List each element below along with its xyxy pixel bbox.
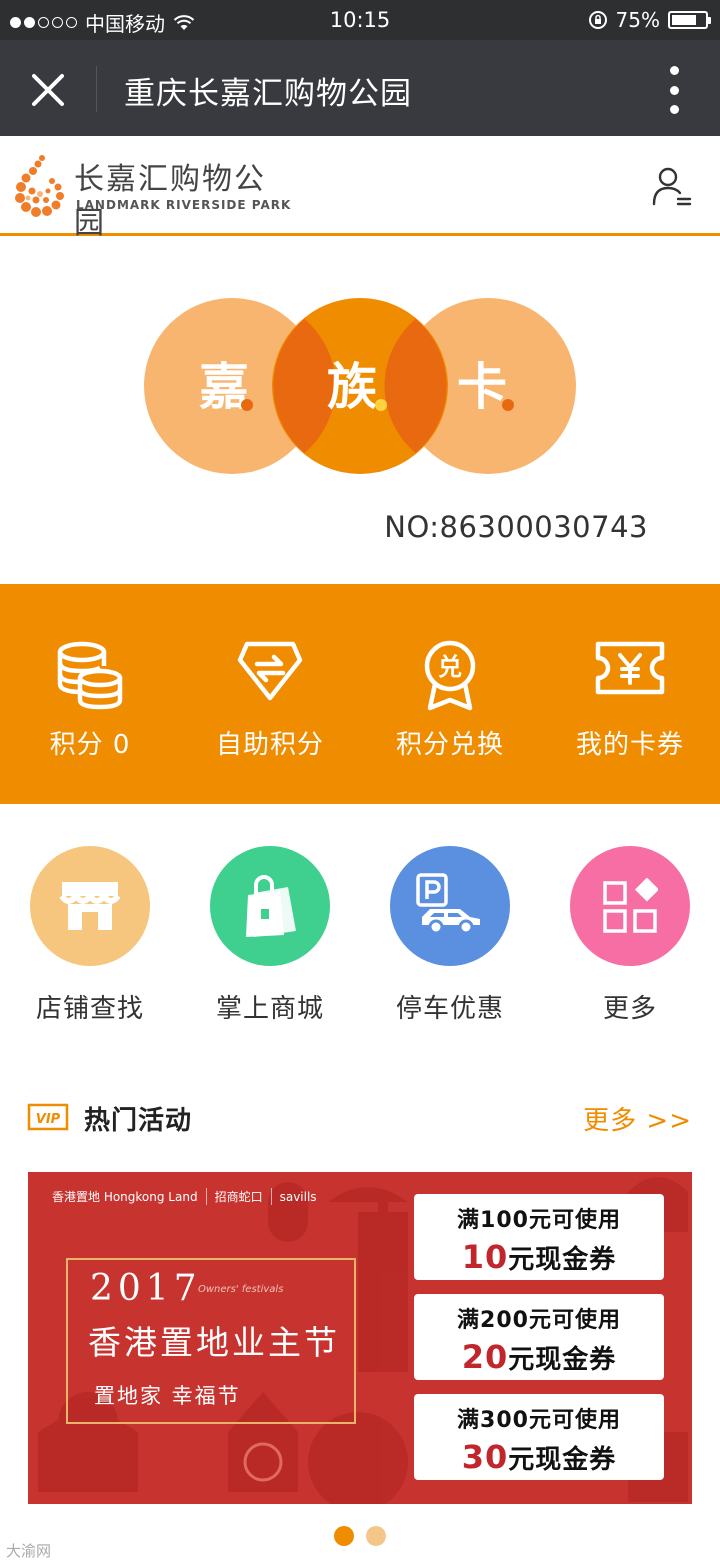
- banner-festival-title: 香港置地业主节: [88, 1323, 340, 1362]
- site-header: 长嘉汇购物公园 LANDMARK RIVERSIDE PARK: [0, 136, 720, 241]
- coupon-card: 满200元可使用 20元现金券: [414, 1294, 664, 1380]
- battery-icon: [668, 11, 711, 29]
- menu-my-coupons-label: 我的卡券: [575, 730, 684, 760]
- coupon-amount: 30: [461, 1438, 509, 1476]
- rotation-lock-icon: [588, 11, 607, 29]
- banner-slogan: 置地家 幸福节: [94, 1384, 241, 1408]
- logo-dots-icon: [15, 155, 64, 217]
- coupon-ticket-icon: [595, 641, 665, 695]
- page-title: 重庆长嘉汇购物公园: [124, 76, 412, 112]
- menu-my-coupons[interactable]: 我的卡券: [540, 584, 720, 804]
- coupon-condition: 满100元可使用: [457, 1208, 621, 1233]
- card-char-3: 卡: [457, 358, 507, 416]
- battery-percent: 75%: [615, 8, 660, 32]
- status-right: 75%: [588, 8, 711, 32]
- coupon-card: 满300元可使用 30元现金券: [414, 1394, 664, 1480]
- shopping-bag-icon: [210, 846, 330, 966]
- more-menu-icon[interactable]: [666, 66, 682, 114]
- coupon-amount: 10: [461, 1238, 509, 1276]
- hot-activity-more-link[interactable]: 更多 >>: [583, 1100, 692, 1137]
- member-menu: 积分 0 自助积分 兑 积分兑换 我的卡券: [0, 584, 720, 804]
- parking-car-icon: [390, 846, 510, 966]
- coupon-amount: 20: [461, 1338, 509, 1376]
- carousel-dot[interactable]: [334, 1526, 354, 1546]
- logo-english-name: LANDMARK RIVERSIDE PARK: [76, 198, 292, 212]
- hot-activity-title: 热门活动: [84, 1106, 193, 1136]
- svg-text:兑: 兑: [438, 653, 462, 681]
- nav-store-finder-label: 店铺查找: [35, 994, 144, 1024]
- svg-text:VIP: VIP: [36, 1112, 61, 1127]
- banner-brands: 香港置地 Hongkong Land 招商蛇口 savills: [52, 1188, 317, 1205]
- brand-hongkong-land: 香港置地 Hongkong Land: [52, 1188, 207, 1205]
- nav-more-label: 更多: [602, 994, 657, 1024]
- status-bar: 中国移动 10:15 75%: [0, 0, 720, 40]
- nav-mobile-mall-label: 掌上商城: [215, 994, 324, 1024]
- card-logo: 嘉 族 卡: [144, 298, 576, 474]
- menu-self-points[interactable]: 自助积分: [180, 584, 360, 804]
- nav-mobile-mall[interactable]: 掌上商城: [180, 804, 360, 1054]
- coupon-type: 元现金券: [508, 1245, 617, 1275]
- coupon-condition: 满300元可使用: [457, 1408, 621, 1433]
- nav-more[interactable]: 更多: [540, 804, 720, 1054]
- membership-card: 嘉 族 卡 NO:86300030743: [0, 236, 720, 582]
- menu-points[interactable]: 积分 0: [0, 584, 180, 804]
- grid-more-icon: [570, 846, 690, 966]
- brand-savills: savills: [279, 1189, 317, 1204]
- card-number: NO:86300030743: [384, 510, 648, 544]
- redeem-badge-icon: 兑: [424, 640, 476, 711]
- vip-icon: VIP: [27, 1103, 69, 1131]
- banner-subtitle-en: Owners' festivals: [198, 1284, 284, 1295]
- quick-nav: 店铺查找 掌上商城 停车优惠 更多: [0, 804, 720, 1054]
- coins-icon: [57, 641, 123, 710]
- user-profile-icon[interactable]: [652, 164, 692, 208]
- coupon-type: 元现金券: [508, 1445, 617, 1475]
- carousel-indicator: [0, 1526, 720, 1546]
- activity-banner[interactable]: 香港置地 Hongkong Land 招商蛇口 savills 2017 Own…: [28, 1172, 692, 1504]
- menu-redeem[interactable]: 兑 积分兑换: [360, 584, 540, 804]
- card-char-2: 族: [327, 358, 377, 416]
- coupon-type: 元现金券: [508, 1345, 617, 1375]
- nav-parking-offers[interactable]: 停车优惠: [360, 804, 540, 1054]
- banner-year: 2017: [90, 1268, 202, 1309]
- storefront-icon: [30, 846, 150, 966]
- coupon-card: 满100元可使用 10元现金券: [414, 1194, 664, 1280]
- brand-merchants-shekou: 招商蛇口: [215, 1188, 272, 1205]
- menu-self-points-label: 自助积分: [215, 730, 324, 760]
- close-icon[interactable]: [22, 64, 74, 116]
- title-separator: [96, 66, 97, 112]
- self-points-icon: [237, 641, 303, 701]
- watermark: 大渝网: [6, 1542, 52, 1560]
- carousel-dot[interactable]: [366, 1526, 386, 1546]
- menu-points-label: 积分 0: [49, 730, 131, 760]
- title-bar: 重庆长嘉汇购物公园: [0, 40, 720, 136]
- brand-logo[interactable]: 长嘉汇购物公园 LANDMARK RIVERSIDE PARK: [12, 150, 292, 241]
- hot-activity-header: VIP 热门活动 更多 >>: [0, 1090, 720, 1146]
- menu-redeem-label: 积分兑换: [395, 730, 504, 760]
- nav-parking-offers-label: 停车优惠: [395, 994, 504, 1024]
- coupon-condition: 满200元可使用: [457, 1308, 621, 1333]
- nav-store-finder[interactable]: 店铺查找: [0, 804, 180, 1054]
